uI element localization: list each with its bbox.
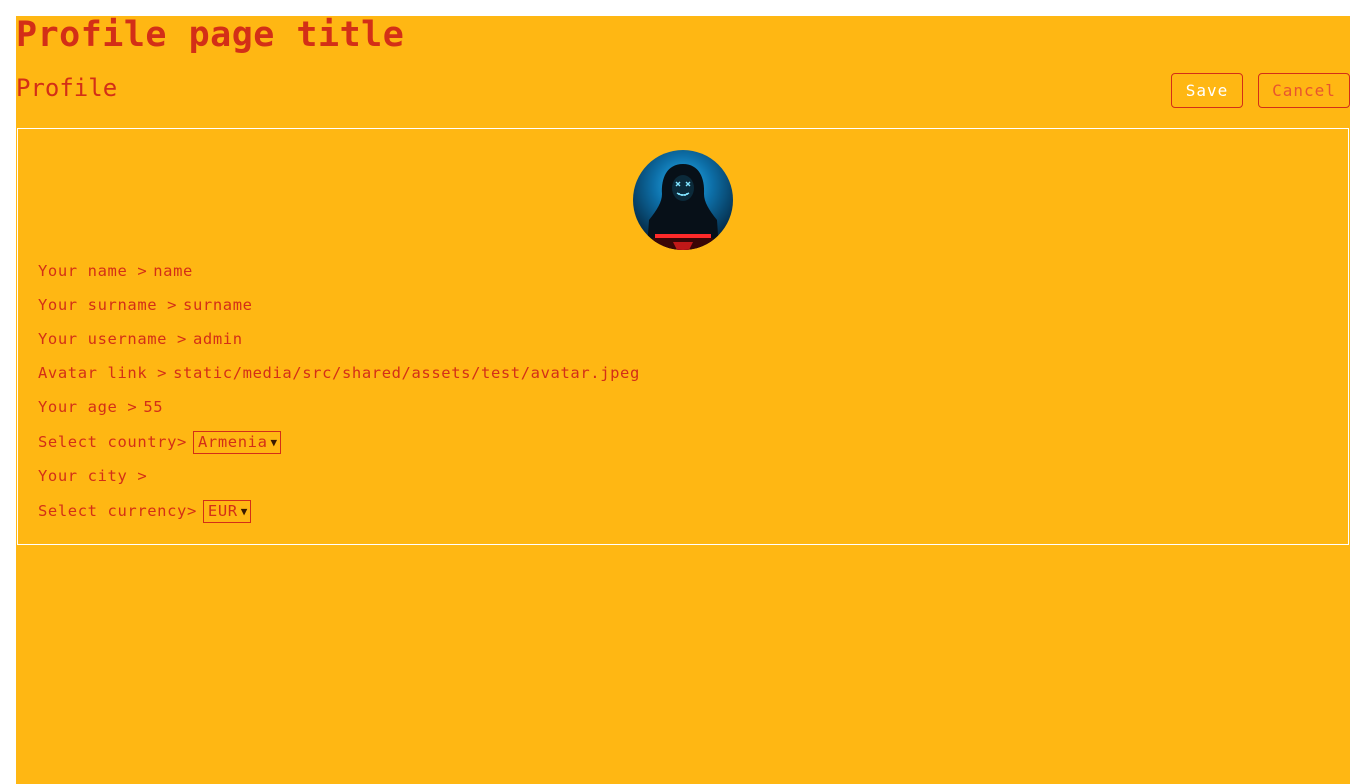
chevron-down-icon: ▼ <box>270 436 278 449</box>
name-value[interactable]: name <box>153 262 193 280</box>
surname-value[interactable]: surname <box>183 296 253 314</box>
profile-card: Your name > name Your surname > surname Yo… <box>17 128 1349 545</box>
currency-field: Select currency> EUR ▼ <box>38 499 251 523</box>
city-field: Your city > <box>38 464 153 488</box>
city-label: Your city > <box>38 467 148 485</box>
profile-header: Profile Save Cancel <box>16 71 1350 109</box>
chevron-down-icon: ▼ <box>240 505 248 518</box>
age-value[interactable]: 55 <box>143 398 163 416</box>
age-label: Your age > <box>38 398 138 416</box>
username-label: Your username > <box>38 330 187 348</box>
avatar-link-field: Avatar link > static/media/src/shared/ass… <box>38 361 640 385</box>
cancel-button[interactable]: Cancel <box>1258 73 1350 108</box>
hooded-figure-avatar-icon <box>633 150 733 250</box>
currency-selected-value: EUR <box>207 502 238 520</box>
surname-label: Your surname > <box>38 296 178 314</box>
avatar <box>633 150 733 250</box>
profile-heading: Profile <box>16 74 118 102</box>
country-field: Select country> Armenia ▼ <box>38 430 281 454</box>
country-select[interactable]: Armenia ▼ <box>192 431 281 454</box>
country-selected-value: Armenia <box>197 433 268 451</box>
username-value[interactable]: admin <box>193 330 243 348</box>
currency-select[interactable]: EUR ▼ <box>202 500 251 523</box>
name-label: Your name > <box>38 262 148 280</box>
save-button[interactable]: Save <box>1171 73 1243 108</box>
username-field: Your username > admin <box>38 327 243 351</box>
currency-label: Select currency> <box>38 502 197 520</box>
age-field: Your age > 55 <box>38 395 163 419</box>
avatar-link-label: Avatar link > <box>38 364 168 382</box>
profile-page: Profile page title Profile Save Cancel Y… <box>16 16 1350 784</box>
page-title: Profile page title <box>16 15 405 55</box>
name-field: Your name > name <box>38 259 193 283</box>
avatar-link-value[interactable]: static/media/src/shared/assets/test/avat… <box>173 364 640 382</box>
country-label: Select country> <box>38 433 187 451</box>
surname-field: Your surname > surname <box>38 293 253 317</box>
